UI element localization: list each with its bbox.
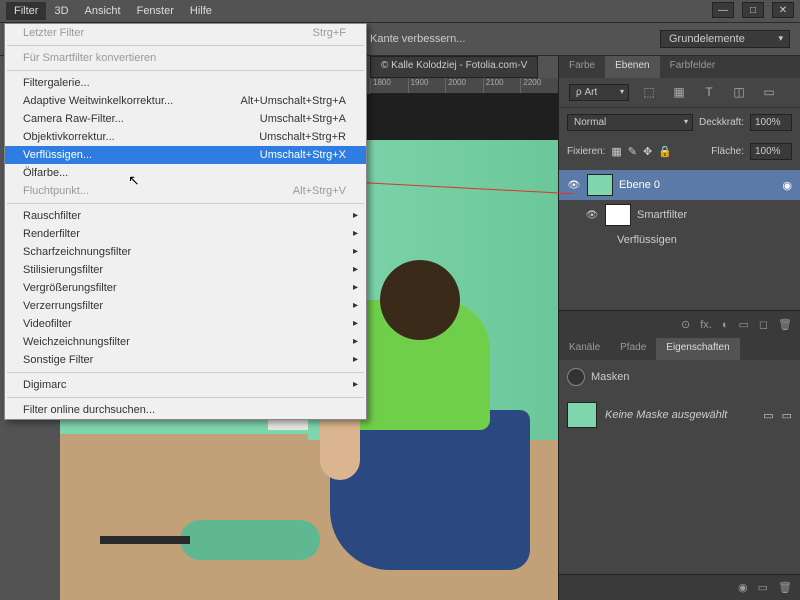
smartfilter-label: Smartfilter: [637, 209, 687, 221]
mask-thumb: [567, 402, 597, 428]
menu-3d[interactable]: 3D: [46, 2, 76, 20]
menu-ansicht[interactable]: Ansicht: [77, 2, 129, 20]
filter-image-icon[interactable]: ⬚: [639, 84, 659, 100]
lock-all-icon[interactable]: 🔒: [658, 145, 672, 158]
tab-kanale[interactable]: Kanäle: [559, 338, 610, 360]
panel-tabs-bottom: Kanäle Pfade Eigenschaften: [559, 338, 800, 360]
lock-label: Fixieren:: [567, 146, 605, 157]
new-layer-icon[interactable]: ◻: [759, 318, 768, 331]
menu-item-17[interactable]: Verzerrungsfilter: [5, 297, 366, 315]
tab-ebenen[interactable]: Ebenen: [605, 56, 659, 78]
visibility-icon[interactable]: 👁: [585, 210, 599, 221]
layer-list: 👁 Ebene 0 ◉ 👁 Smartfilter Verflüssigen: [559, 166, 800, 310]
menu-item-7[interactable]: Objektivkorrektur...Umschalt+Strg+R: [5, 128, 366, 146]
preset-select[interactable]: Grundelemente: [660, 30, 790, 48]
tab-pfade[interactable]: Pfade: [610, 338, 656, 360]
filter-smart-icon[interactable]: ▭: [759, 84, 779, 100]
fill-input[interactable]: 100%: [750, 143, 792, 160]
menu-item-19[interactable]: Weichzeichnungsfilter: [5, 333, 366, 351]
smartfilter-thumb[interactable]: [605, 204, 631, 226]
minimize-button[interactable]: —: [712, 2, 734, 18]
menu-item-2: Für Smartfilter konvertieren: [5, 49, 366, 67]
opacity-input[interactable]: 100%: [750, 114, 792, 131]
tab-farbe[interactable]: Farbe: [559, 56, 605, 78]
menu-fenster[interactable]: Fenster: [129, 2, 182, 20]
layer-footer: ⊙ fx. ◐ ▭ ◻ 🗑: [559, 310, 800, 338]
refine-edge-button[interactable]: Kante verbessern...: [370, 33, 465, 45]
menu-item-5[interactable]: Adaptive Weitwinkelkorrektur...Alt+Umsch…: [5, 92, 366, 110]
lock-brush-icon[interactable]: ✎: [628, 145, 637, 158]
menu-filter[interactable]: Filter: [6, 2, 46, 20]
opacity-label: Deckkraft:: [699, 117, 744, 128]
properties-panel: Masken Keine Maske ausgewählt ▭ ▭ ◉ ▭ 🗑: [559, 360, 800, 600]
menu-item-13[interactable]: Renderfilter: [5, 225, 366, 243]
no-mask-label: Keine Maske ausgewählt: [605, 409, 727, 421]
menu-hilfe[interactable]: Hilfe: [182, 2, 220, 20]
blend-mode-select[interactable]: Normal: [567, 114, 693, 131]
menu-item-16[interactable]: Vergrößerungsfilter: [5, 279, 366, 297]
filter-type-icon[interactable]: T: [699, 84, 719, 100]
menu-item-12[interactable]: Rauschfilter: [5, 207, 366, 225]
menu-item-15[interactable]: Stilisierungsfilter: [5, 261, 366, 279]
pixel-mask-icon[interactable]: ▭: [763, 409, 773, 422]
menu-item-14[interactable]: Scharfzeichnungsfilter: [5, 243, 366, 261]
lock-move-icon[interactable]: ✥: [643, 145, 652, 158]
ruler: 1800 1900 2000 2100 2200: [370, 78, 558, 94]
filter-adjust-icon[interactable]: ▦: [669, 84, 689, 100]
panel-tabs-top: Farbe Ebenen Farbfelder: [559, 56, 800, 78]
layer-filter-row: ρ Art ⬚ ▦ T ◫ ▭: [559, 78, 800, 108]
menu-item-24[interactable]: Filter online durchsuchen...: [5, 401, 366, 419]
right-panels: Farbe Ebenen Farbfelder ρ Art ⬚ ▦ T ◫ ▭ …: [558, 56, 800, 600]
lock-pixels-icon[interactable]: ▦: [611, 145, 621, 158]
new-group-icon[interactable]: ▭: [738, 318, 748, 331]
menubar: Filter 3D Ansicht Fenster Hilfe: [0, 0, 800, 23]
document-tab[interactable]: © Kalle Kolodziej - Fotolia.com-V: [370, 56, 538, 78]
layer-ebene0[interactable]: 👁 Ebene 0 ◉: [559, 170, 800, 200]
filter-shape-icon[interactable]: ◫: [729, 84, 749, 100]
close-button[interactable]: ✕: [772, 2, 794, 18]
cursor-icon: ↖: [128, 172, 140, 189]
smart-badge-icon: ◉: [782, 179, 792, 192]
mask-mode-icon[interactable]: [567, 368, 585, 386]
visibility-icon[interactable]: 👁: [567, 180, 581, 191]
window-controls: — □ ✕: [712, 2, 794, 18]
props-footer: ◉ ▭ 🗑: [559, 574, 800, 600]
load-selection-icon[interactable]: ◉: [738, 581, 748, 594]
fx-icon[interactable]: fx.: [700, 319, 712, 331]
masks-label: Masken: [591, 371, 630, 383]
liquify-label: Verflüssigen: [617, 234, 677, 246]
menu-item-4[interactable]: Filtergalerie...: [5, 74, 366, 92]
fill-label: Fläche:: [711, 146, 744, 157]
mask-icon[interactable]: ◐: [722, 319, 729, 331]
filter-dropdown[interactable]: Letzter FilterStrg+F Für Smartfilter konv…: [4, 23, 367, 420]
layer-thumb[interactable]: [587, 174, 613, 196]
trash-icon[interactable]: 🗑: [778, 318, 792, 331]
menu-item-6[interactable]: Camera Raw-Filter...Umschalt+Strg+A: [5, 110, 366, 128]
vector-mask-icon[interactable]: ▭: [782, 409, 792, 422]
menu-item-0: Letzter FilterStrg+F: [5, 24, 366, 42]
smartfilter-row[interactable]: 👁 Smartfilter: [559, 200, 800, 230]
maximize-button[interactable]: □: [742, 2, 764, 18]
link-icon[interactable]: ⊙: [681, 318, 690, 331]
menu-item-20[interactable]: Sonstige Filter: [5, 351, 366, 369]
delete-mask-icon[interactable]: 🗑: [778, 581, 792, 594]
tab-farbfelder[interactable]: Farbfelder: [660, 56, 726, 78]
layer-name: Ebene 0: [619, 179, 660, 191]
tab-eigenschaften[interactable]: Eigenschaften: [656, 338, 739, 360]
menu-item-9[interactable]: Ölfarbe...: [5, 164, 366, 182]
menu-item-18[interactable]: Videofilter: [5, 315, 366, 333]
liquify-filter-row[interactable]: Verflüssigen: [559, 230, 800, 250]
menu-item-10: Fluchtpunkt...Alt+Strg+V: [5, 182, 366, 200]
menu-item-8[interactable]: Verflüssigen...Umschalt+Strg+X: [5, 146, 366, 164]
menu-item-22[interactable]: Digimarc: [5, 376, 366, 394]
layer-filter-select[interactable]: ρ Art: [569, 84, 629, 101]
apply-mask-icon[interactable]: ▭: [758, 581, 768, 594]
